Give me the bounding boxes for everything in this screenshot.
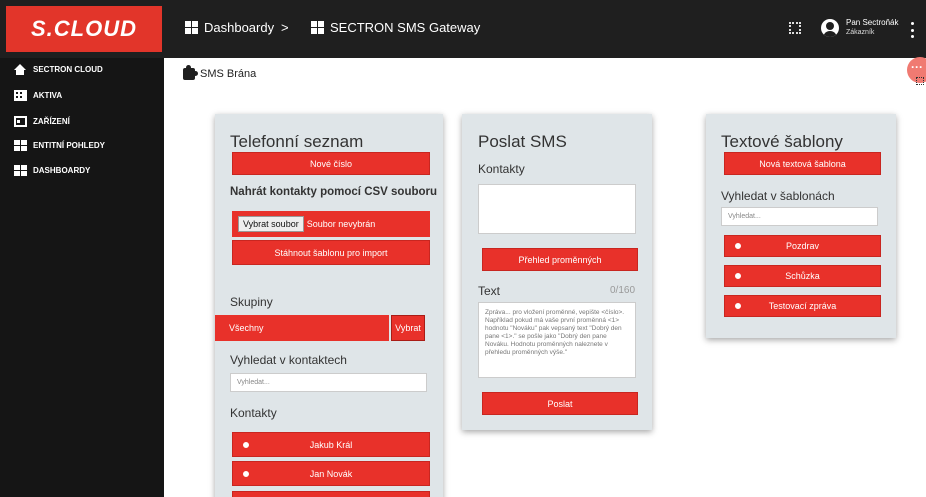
send-sms-card: Poslat SMS Kontakty Přehled proměnných T… — [462, 114, 652, 430]
sidebar-item-label: DASHBOARDY — [33, 165, 91, 175]
variables-overview-button[interactable]: Přehled proměnných — [482, 248, 638, 271]
templates-title: Textové šablony — [721, 132, 843, 151]
phonebook-title: Telefonní seznam — [230, 132, 364, 151]
csv-upload-label: Nahrát kontakty pomocí CSV souboru — [230, 186, 438, 198]
group-select-button-label: Vybrat — [395, 323, 421, 333]
sidebar-item-zarizeni[interactable]: ZAŘÍZENÍ — [0, 110, 164, 132]
sidebar-item-dashboardy[interactable]: DASHBOARDY — [0, 159, 164, 181]
gear-icon[interactable] — [735, 303, 741, 309]
sidebar-item-label: ZAŘÍZENÍ — [33, 116, 70, 126]
csv-file-input[interactable]: Vybrat soubor Soubor nevybrán — [232, 211, 430, 237]
top-bar: S.CLOUD Dashboardy > SECTRON SMS Gateway… — [0, 0, 926, 58]
dashboard-icon — [311, 21, 324, 34]
groups-label: Skupiny — [230, 295, 273, 309]
logo-text: S.CLOUD — [31, 16, 137, 41]
sms-contacts-input[interactable] — [478, 184, 636, 234]
sidebar-item-entitni-pohledy[interactable]: ENTITNÍ POHLEDY — [0, 134, 164, 156]
breadcrumb-sms-gateway[interactable]: SECTRON SMS Gateway — [311, 20, 480, 35]
fullscreen-icon[interactable] — [789, 22, 801, 34]
contact-search-label: Vyhledat v kontaktech — [230, 353, 347, 367]
sidebar-item-label: AKTIVA — [33, 90, 63, 100]
template-item[interactable]: Testovací zpráva — [724, 295, 881, 317]
gear-icon[interactable] — [243, 470, 249, 477]
gear-icon[interactable] — [243, 441, 249, 448]
sidebar-item-sectron-cloud[interactable]: SECTRON CLOUD — [0, 58, 164, 80]
breadcrumb-dashboards[interactable]: Dashboardy — [185, 20, 274, 35]
template-search-label: Vyhledat v šablonách — [721, 189, 835, 203]
user-name: Pan Sectroňák — [846, 18, 899, 27]
template-name: Testovací zpráva — [768, 301, 837, 311]
template-item[interactable]: Pozdrav — [724, 235, 881, 257]
new-template-button[interactable]: Nová textová šablona — [724, 152, 881, 175]
contact-item[interactable] — [232, 491, 430, 497]
choose-file-button[interactable]: Vybrat soubor — [238, 216, 304, 232]
sms-text-label: Text — [478, 284, 501, 298]
sidebar-item-label: SECTRON CLOUD — [33, 64, 103, 74]
sms-contacts-label: Kontakty — [478, 162, 525, 176]
send-sms-title: Poslat SMS — [478, 132, 567, 151]
sidebar-item-label: ENTITNÍ POHLEDY — [33, 140, 106, 150]
contact-item[interactable]: Jakub Král — [232, 432, 430, 457]
new-number-label: Nové číslo — [309, 158, 353, 169]
download-template-label: Stáhnout šablonu pro import — [274, 247, 388, 258]
device-icon — [14, 115, 27, 127]
gear-icon[interactable] — [735, 273, 741, 279]
contact-name: Jan Novák — [309, 468, 353, 479]
sms-char-counter: 0/160 — [610, 285, 636, 296]
templates-card: Textové šablony Nová textová šablona Vyh… — [706, 114, 896, 338]
sidebar-item-aktiva[interactable]: AKTIVA — [0, 84, 164, 106]
fullscreen-icon[interactable] — [916, 77, 924, 85]
dashboard-icon — [14, 164, 27, 176]
group-select-button[interactable]: Vybrat — [391, 315, 425, 341]
gear-icon[interactable] — [735, 243, 741, 249]
building-icon — [14, 89, 27, 101]
contact-name: Jakub Král — [309, 439, 353, 450]
page-title: SMS Brána — [200, 68, 257, 80]
contact-item[interactable]: Jan Novák — [232, 461, 430, 486]
template-item[interactable]: Schůzka — [724, 265, 881, 287]
breadcrumb-dashboards-label: Dashboardy — [204, 20, 275, 35]
template-name: Pozdrav — [785, 241, 820, 251]
more-menu-icon[interactable] — [911, 22, 915, 38]
avatar[interactable] — [821, 19, 839, 37]
template-search-input[interactable]: Vyhledat... — [721, 207, 878, 226]
new-template-label: Nová textová šablona — [759, 158, 846, 169]
variables-overview-label: Přehled proměnných — [518, 254, 602, 265]
phonebook-card: Telefonní seznam Nové číslo Nahrát konta… — [215, 114, 443, 497]
new-number-button[interactable]: Nové číslo — [232, 152, 430, 175]
download-template-button[interactable]: Stáhnout šablonu pro import — [232, 240, 430, 265]
sms-text-input[interactable]: Zpráva... pro vložení proměnné, vepište … — [478, 302, 636, 378]
contacts-label: Kontakty — [230, 406, 277, 420]
template-search-placeholder: Vyhledat... — [728, 213, 761, 220]
logo[interactable]: S.CLOUD — [6, 6, 162, 52]
send-button-label: Poslat — [547, 398, 573, 409]
file-status: Soubor nevybrán — [306, 219, 376, 229]
breadcrumb-separator: > — [281, 20, 289, 35]
content-header — [164, 58, 926, 94]
sms-text-placeholder: Zpráva... pro vložení proměnné, vepište … — [485, 309, 625, 356]
entity-icon — [14, 139, 27, 151]
dashboard-icon — [185, 21, 198, 34]
puzzle-icon — [183, 65, 198, 80]
home-icon — [14, 63, 27, 75]
group-selected-value: Všechny — [229, 323, 264, 333]
send-button[interactable]: Poslat — [482, 392, 638, 415]
contact-search-input[interactable]: Vyhledat... — [230, 373, 427, 392]
breadcrumb-sms-gateway-label: SECTRON SMS Gateway — [330, 20, 481, 35]
user-role: Zákazník — [846, 29, 875, 36]
template-name: Schůzka — [785, 271, 820, 281]
group-select[interactable]: Všechny — [215, 315, 389, 341]
sidebar: SECTRON CLOUD AKTIVA ZAŘÍZENÍ ENTITNÍ PO… — [0, 58, 164, 497]
contact-search-placeholder: Vyhledat... — [237, 379, 270, 386]
